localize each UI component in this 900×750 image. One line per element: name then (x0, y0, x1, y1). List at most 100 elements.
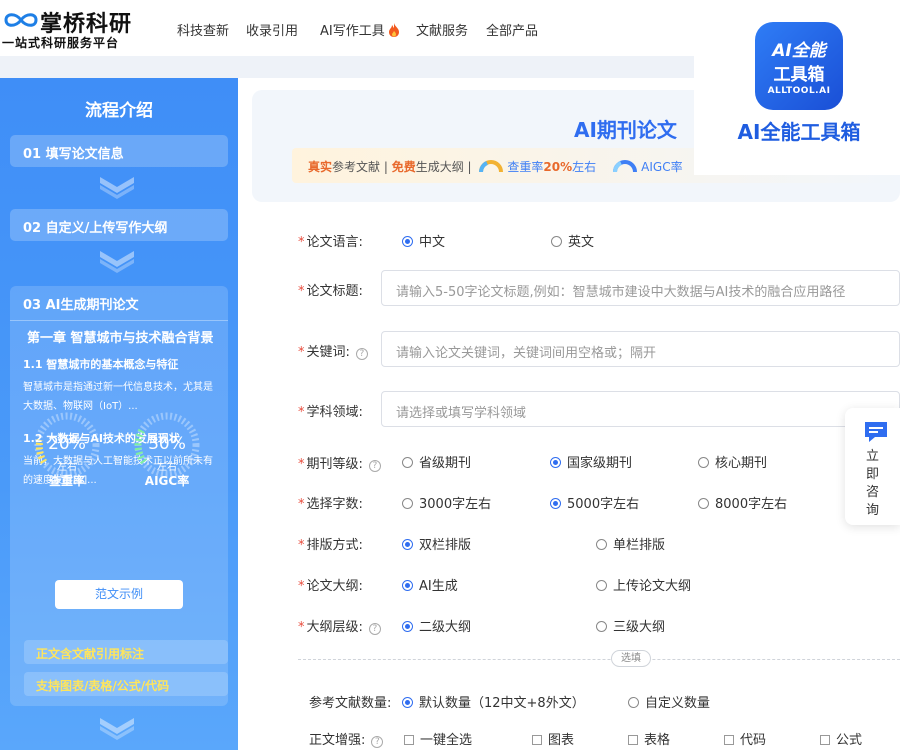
meter-icon (479, 160, 504, 173)
nav-item-ai-writing[interactable]: AI写作工具 (320, 20, 400, 39)
language-option-chinese[interactable]: 中文 (402, 231, 445, 250)
plagiarism-value: 20% (48, 434, 86, 454)
radio-checked (402, 621, 413, 632)
words-option-3000-label: 3000字左右 (419, 497, 492, 512)
language-option-english[interactable]: 英文 (551, 231, 594, 250)
radio-unchecked (698, 498, 709, 509)
help-icon[interactable]: ? (371, 736, 384, 748)
banner-aigc: AIGC率 (641, 160, 683, 174)
consult-char: 立 (865, 449, 879, 464)
outline-option-ai-label: AI生成 (419, 579, 458, 594)
alltool-ad[interactable]: AI全能 工具箱 ALLTOOL.AI AI全能工具箱 (694, 0, 900, 175)
required-mark: * (298, 538, 305, 553)
enhance-label: 正文增强:? (309, 729, 384, 748)
meter-icon (613, 160, 638, 173)
title-input[interactable]: 请输入5-50字论文标题,例如：智慧城市建设中大数据与AI技术的融合应用路径 (381, 270, 900, 306)
consult-widget[interactable]: 立 即 咨 询 (845, 408, 900, 525)
layout-option-double-label: 双栏排版 (419, 538, 472, 553)
language-label-text: 论文语言: (306, 235, 363, 250)
language-label: * 论文语言: (298, 231, 363, 250)
outline-level-option-two-label: 二级大纲 (419, 620, 472, 635)
ad-icon-line1: AI全能 (772, 41, 826, 61)
banner-title: AI期刊论文 (574, 118, 677, 142)
field-label: * 学科领域: (298, 401, 363, 420)
aigc-value: 30% (148, 434, 186, 454)
page: 掌桥科研 一站式科研服务平台 科技查新 收录引用 AI写作工具 文献服务 全部产… (0, 0, 900, 750)
radio-unchecked (402, 457, 413, 468)
enhance-option-code[interactable]: 代码 (724, 729, 766, 748)
radio-unchecked (596, 539, 607, 550)
outline-label: * 论文大纲: (298, 575, 363, 594)
outline-option-ai[interactable]: AI生成 (402, 575, 458, 594)
words-option-3000[interactable]: 3000字左右 (402, 493, 491, 512)
refs-option-custom[interactable]: 自定义数量 (628, 692, 710, 711)
logo-slogan: 一站式科研服务平台 (2, 36, 120, 50)
step-3: 03 AI生成期刊论文 (23, 298, 139, 313)
checkbox-unchecked (404, 735, 414, 745)
field-input[interactable]: 请选择或填写学科领域 (381, 391, 900, 427)
level-label-text: 期刊等级: (306, 457, 363, 472)
layout-option-single-label: 单栏排版 (613, 538, 666, 553)
site-logo[interactable]: 掌桥科研 一站式科研服务平台 (2, 6, 152, 52)
chevron-down-icon (100, 177, 134, 199)
outline-option-upload[interactable]: 上传论文大纲 (596, 575, 691, 594)
enhance-label-text: 正文增强: (309, 733, 366, 748)
nav-item-literature[interactable]: 文献服务 (416, 20, 468, 39)
enhance-option-charts[interactable]: 图表 (532, 729, 574, 748)
layout-option-double[interactable]: 双栏排版 (402, 534, 471, 553)
enhance-option-tables[interactable]: 表格 (628, 729, 670, 748)
checkbox-unchecked (532, 735, 542, 745)
radio-checked (402, 697, 413, 708)
outline-level-option-three[interactable]: 三级大纲 (596, 616, 665, 635)
consult-char: 询 (865, 503, 879, 518)
enhance-option-charts-label: 图表 (548, 733, 575, 748)
required-mark: * (298, 579, 305, 594)
process-sidebar: 流程介绍 01 填写论文信息 02 自定义/上传写作大纲 03 AI生成期刊论文… (0, 78, 238, 750)
radio-checked (402, 236, 413, 247)
keywords-input[interactable]: 请输入论文关键词，关键词间用空格或；隔开 (381, 331, 900, 367)
sidebar-title: 流程介绍 (85, 101, 153, 121)
enhance-option-formula[interactable]: 公式 (820, 729, 862, 748)
level-option-core[interactable]: 核心期刊 (698, 452, 767, 471)
keywords-label: * 关键词:? (298, 341, 368, 360)
nav-item-citation[interactable]: 收录引用 (246, 20, 298, 39)
outline-option-upload-label: 上传论文大纲 (613, 579, 692, 594)
checkbox-unchecked (724, 735, 734, 745)
layout-option-single[interactable]: 单栏排版 (596, 534, 665, 553)
chevron-down-icon (100, 251, 134, 273)
enhance-option-tables-label: 表格 (644, 733, 671, 748)
required-mark: * (298, 235, 305, 250)
aigc-gauge: 30% 左右 AIGC率 (132, 410, 214, 490)
level-option-national[interactable]: 国家级期刊 (550, 452, 632, 471)
help-icon[interactable]: ? (368, 460, 381, 472)
banner-real: 真实 (308, 160, 333, 174)
banner-refs: 参考文献 | (332, 160, 392, 174)
flame-icon (388, 23, 399, 37)
level-option-provincial[interactable]: 省级期刊 (402, 452, 471, 471)
refs-option-default[interactable]: 默认数量（12中文+8外文） (402, 692, 585, 711)
step-3-divider (10, 320, 228, 321)
required-mark: * (298, 457, 305, 472)
level-option-core-label: 核心期刊 (715, 456, 768, 471)
radio-checked (550, 457, 561, 468)
refs-option-default-label: 默认数量（12中文+8外文） (419, 696, 585, 711)
ad-icon-line3: ALLTOOL.AI (767, 86, 831, 96)
nav-item-all-products[interactable]: 全部产品 (486, 20, 538, 39)
words-option-5000-label: 5000字左右 (567, 497, 640, 512)
words-option-5000[interactable]: 5000字左右 (550, 493, 639, 512)
help-icon[interactable]: ? (368, 623, 381, 635)
feature-citation: 正文含文献引用标注 (24, 640, 228, 664)
words-option-8000[interactable]: 8000字左右 (698, 493, 787, 512)
nav-item-novelty-search[interactable]: 科技查新 (177, 20, 229, 39)
sample-paper-button[interactable]: 范文示例 (55, 580, 183, 609)
consult-text: 立 即 咨 询 (845, 448, 900, 520)
outline-level-option-two[interactable]: 二级大纲 (402, 616, 471, 635)
radio-checked (402, 539, 413, 550)
required-mark: * (298, 345, 305, 360)
enhance-option-all[interactable]: 一键全选 (404, 729, 472, 748)
help-icon[interactable]: ? (355, 348, 368, 360)
radio-unchecked (628, 697, 639, 708)
banner-dup-value: 20% (543, 160, 573, 174)
required-mark: * (298, 497, 305, 512)
plagiarism-gauge: 20% 左右 查重率 (32, 410, 114, 490)
